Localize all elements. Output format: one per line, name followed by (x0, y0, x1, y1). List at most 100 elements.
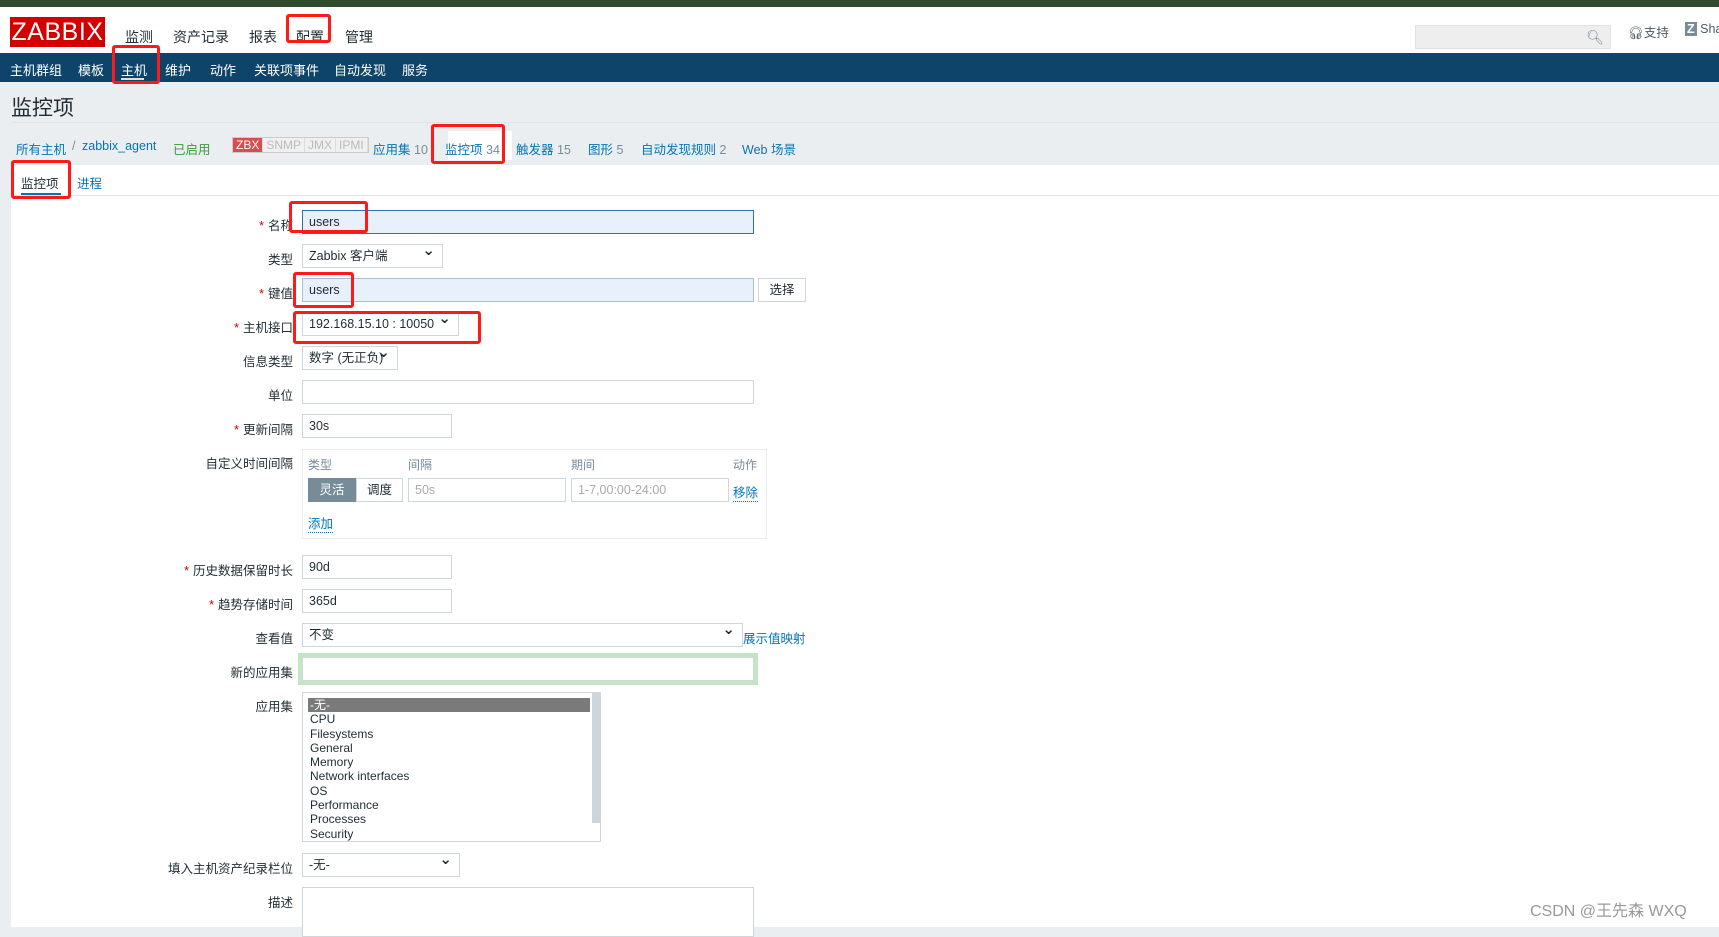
applications-listbox[interactable]: -无- CPU Filesystems General Memory Netwo… (302, 692, 601, 842)
link-applications[interactable]: 应用集 10 (373, 139, 428, 158)
zabbix-share-icon: Z (1685, 22, 1697, 36)
type-label: 类型 (267, 253, 293, 267)
active-tab-indicator (21, 193, 61, 195)
units-label: 单位 (267, 389, 293, 403)
list-item[interactable]: Network interfaces (308, 769, 595, 783)
link-graphs[interactable]: 图形 5 (588, 139, 623, 158)
sub-navigation: 主机群组 模板 主机 维护 动作 关联项事件 自动发现 服务 (0, 53, 1719, 82)
remove-link[interactable]: 移除 (733, 482, 759, 502)
zabbix-logo[interactable]: ZABBIX (10, 17, 105, 47)
breadcrumb-all-hosts[interactable]: 所有主机 (16, 139, 66, 158)
info-type-label: 信息类型 (242, 355, 293, 369)
page-title: 监控项 (11, 97, 74, 120)
item-form: 监控项 进程 *名称 users 类型 Zabbix 客户端 *键值 users… (11, 165, 1719, 937)
share-link[interactable]: Z Share (1685, 22, 1719, 36)
name-input[interactable]: users (302, 210, 754, 234)
valuemap-select[interactable]: 不变 (302, 623, 743, 647)
custom-intervals-table: 类型 间隔 期间 动作 灵活 调度 50s 1-7,00:00-24:00 移除… (302, 449, 767, 539)
trends-label: * 趋势存储时间 (209, 598, 293, 612)
badge-snmp: SNMP (263, 138, 306, 152)
link-items[interactable]: 监控项 34 (445, 139, 500, 158)
listbox-scrollbar[interactable] (592, 693, 600, 823)
trends-input[interactable]: 365d (302, 589, 452, 613)
support-link[interactable]: 🎧︎支持 (1628, 22, 1669, 41)
new-application-input[interactable] (302, 657, 754, 681)
interval-label: * 更新间隔 (234, 423, 293, 437)
headset-icon: 🎧︎ (1628, 26, 1644, 40)
nav-maintenance[interactable]: 维护 (165, 60, 191, 79)
interface-select[interactable]: 192.168.15.10 : 10050 (302, 312, 459, 336)
form-tabs: 监控项 进程 (11, 165, 1719, 196)
top-strip (0, 0, 1719, 7)
link-triggers[interactable]: 触发器 15 (516, 139, 571, 158)
search-input[interactable]: 🔍︎ (1415, 25, 1611, 49)
custom-interval-input[interactable]: 50s (408, 478, 566, 502)
add-link[interactable]: 添加 (308, 513, 334, 533)
badge-jmx: JMX (305, 138, 337, 152)
list-item[interactable]: CPU (308, 712, 595, 726)
tab-preprocessing[interactable]: 进程 (77, 173, 102, 192)
availability-badges: ZBX SNMP JMX IPMI (232, 137, 369, 153)
badge-zbx: ZBX (233, 138, 264, 152)
host-status[interactable]: 已启用 (173, 139, 211, 158)
custom-intervals-label: 自定义时间间隔 (205, 457, 293, 471)
inventory-label: 填入主机资产纪录栏位 (167, 862, 293, 876)
show-value-mappings-link[interactable]: 展示值映射 (743, 628, 806, 647)
interface-label: * 主机接口 (234, 321, 293, 335)
badge-ipmi: IPMI (336, 138, 368, 152)
nav-host-groups[interactable]: 主机群组 (10, 60, 62, 79)
history-input[interactable]: 90d (302, 555, 452, 579)
new-application-label: 新的应用集 (230, 666, 293, 680)
list-item[interactable]: Filesystems (308, 727, 595, 741)
inventory-select[interactable]: -无- (302, 853, 460, 877)
col-interval: 间隔 (408, 458, 433, 472)
description-textarea[interactable] (302, 887, 754, 937)
breadcrumb-host[interactable]: zabbix_agent (82, 139, 156, 153)
list-item[interactable]: General (308, 741, 595, 755)
watermark: CSDN @王先森 WXQ (1530, 903, 1687, 920)
col-action: 动作 (733, 458, 758, 472)
search-icon[interactable]: 🔍︎ (1586, 29, 1604, 46)
active-underline (121, 78, 144, 80)
description-label: 描述 (267, 896, 293, 910)
link-discovery-rules[interactable]: 自动发现规则 2 (641, 139, 726, 158)
valuemap-label: 查看值 (255, 632, 293, 646)
list-item[interactable]: -无- (308, 698, 590, 713)
menu-reports[interactable]: 报表 (249, 27, 277, 47)
interval-input[interactable]: 30s (302, 414, 452, 438)
info-type-select[interactable]: 数字 (无正负) (302, 346, 398, 370)
col-type: 类型 (308, 458, 333, 472)
custom-period-input[interactable]: 1-7,00:00-24:00 (571, 478, 729, 502)
nav-hosts[interactable]: 主机 (121, 60, 147, 79)
key-label: * 键值 (259, 287, 293, 301)
list-item[interactable]: Memory (308, 755, 595, 769)
menu-inventory[interactable]: 资产记录 (173, 27, 229, 47)
menu-configuration[interactable]: 配置 (296, 27, 324, 47)
select-key-button[interactable]: 选择 (758, 278, 806, 302)
flexible-toggle[interactable]: 灵活 (308, 478, 356, 502)
units-input[interactable] (302, 380, 754, 404)
nav-templates[interactable]: 模板 (78, 60, 104, 79)
nav-services[interactable]: 服务 (402, 60, 428, 79)
list-item[interactable]: Processes (308, 812, 595, 826)
key-input[interactable]: users (302, 278, 754, 302)
menu-monitoring[interactable]: 监测 (125, 27, 153, 47)
nav-event-correlation[interactable]: 关联项事件 (254, 60, 319, 79)
menu-administration[interactable]: 管理 (345, 27, 373, 47)
applications-label: 应用集 (255, 700, 293, 714)
link-web-scenarios[interactable]: Web 场景 (742, 139, 796, 158)
type-select[interactable]: Zabbix 客户端 (302, 244, 443, 268)
tab-item[interactable]: 监控项 (21, 173, 59, 192)
breadcrumb-separator: / (72, 139, 76, 153)
list-item[interactable]: Security (308, 827, 595, 841)
header: ZABBIX 监测 资产记录 报表 配置 管理 🔍︎ 🎧︎支持 Z Share (0, 7, 1719, 53)
scheduling-toggle[interactable]: 调度 (356, 478, 403, 502)
list-item[interactable]: Performance (308, 798, 595, 812)
nav-discovery[interactable]: 自动发现 (334, 60, 386, 79)
nav-actions[interactable]: 动作 (210, 60, 236, 79)
name-label: * 名称 (259, 219, 293, 233)
list-item[interactable]: OS (308, 784, 595, 798)
breadcrumb: 所有主机 / zabbix_agent 已启用 ZBX SNMP JMX IPM… (11, 122, 1719, 165)
history-label: * 历史数据保留时长 (184, 564, 293, 578)
col-period: 期间 (571, 458, 596, 472)
